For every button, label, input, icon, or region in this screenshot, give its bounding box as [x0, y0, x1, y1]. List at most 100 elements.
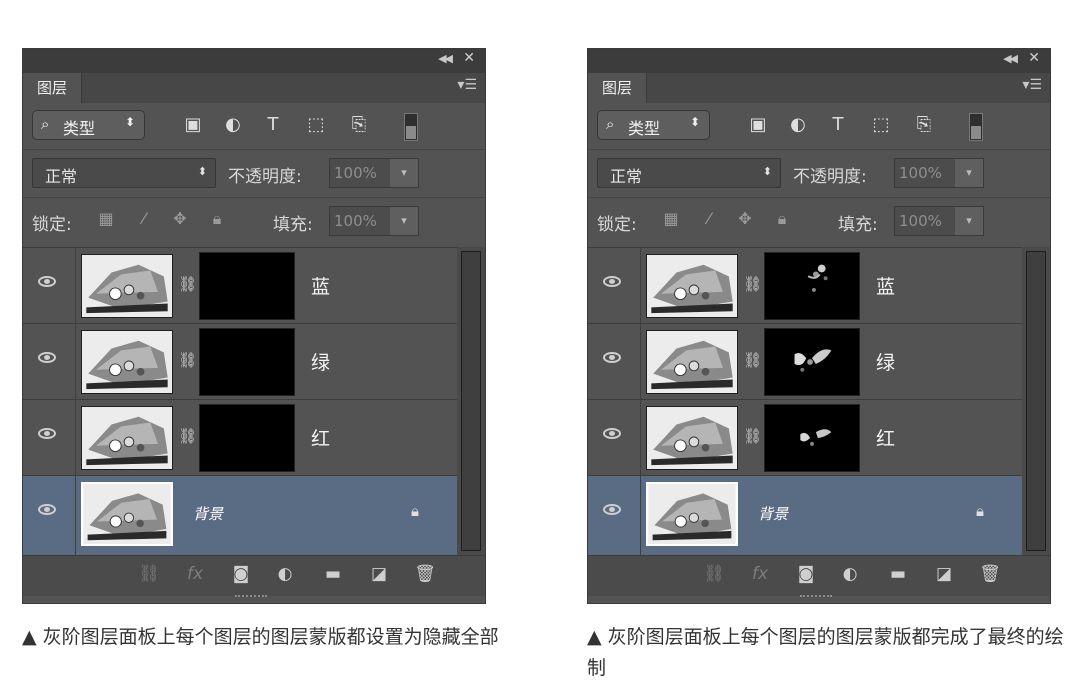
folder-icon[interactable]: ▬	[321, 564, 345, 584]
adjustment-filter-icon[interactable]: ◐	[786, 114, 810, 136]
panel-menu-icon[interactable]: ▾☰	[457, 77, 477, 93]
layer-row-green[interactable]: ⛓ 绿	[23, 324, 457, 400]
fill-field[interactable]: 100% ▾	[329, 206, 419, 236]
opacity-dropdown-icon[interactable]: ▾	[390, 159, 418, 187]
layer-name[interactable]: 背景	[758, 503, 788, 524]
layer-row-blue[interactable]: ⛓ 蓝	[588, 248, 1022, 324]
adjustment-filter-icon[interactable]: ◐	[221, 114, 245, 136]
blend-mode-select[interactable]: 正常 ⬍	[32, 158, 216, 188]
collapse-icon[interactable]: ◀◀	[1003, 52, 1018, 65]
collapse-icon[interactable]: ◀◀	[438, 52, 453, 65]
layer-thumbnail[interactable]	[646, 482, 738, 546]
filter-toggle-switch[interactable]	[404, 113, 418, 141]
lock-brush-icon[interactable]: ⁄	[698, 209, 720, 228]
close-icon[interactable]: ✕	[1028, 50, 1040, 66]
eye-icon[interactable]	[38, 428, 56, 439]
fx-icon[interactable]: fx	[183, 564, 207, 584]
filter-kind-select[interactable]: ⌕ 类型 ⬍	[597, 110, 710, 140]
new-layer-icon[interactable]: ◪	[367, 564, 391, 584]
filter-kind-select[interactable]: ⌕ 类型 ⬍	[32, 110, 145, 140]
fill-dropdown-icon[interactable]: ▾	[955, 207, 983, 235]
layer-name[interactable]: 蓝	[876, 272, 895, 299]
chain-link-icon[interactable]: ⛓	[178, 275, 197, 293]
layer-mask-thumbnail[interactable]	[764, 252, 860, 320]
type-filter-icon[interactable]: T	[826, 114, 850, 136]
layer-thumbnail[interactable]	[81, 406, 173, 470]
chain-link-icon[interactable]: ⛓	[178, 351, 197, 369]
layer-row-background[interactable]: 背景 🔒︎	[23, 476, 457, 556]
chain-link-icon[interactable]: ⛓	[743, 351, 762, 369]
shape-filter-icon[interactable]: ⬚	[304, 114, 328, 136]
eye-icon[interactable]	[603, 504, 621, 515]
layer-thumbnail[interactable]	[81, 330, 173, 394]
resize-grip[interactable]	[235, 595, 267, 601]
chain-link-icon[interactable]: ⛓	[743, 275, 762, 293]
fill-field[interactable]: 100% ▾	[894, 206, 984, 236]
layer-row-background[interactable]: 背景 🔒︎	[588, 476, 1022, 556]
layer-thumbnail[interactable]	[646, 330, 738, 394]
lock-all-icon[interactable]: 🔒︎	[771, 209, 793, 229]
lock-icon[interactable]: 🔒︎	[976, 502, 984, 520]
lock-transparent-icon[interactable]: ▦	[95, 209, 117, 228]
layer-mask-thumbnail[interactable]	[199, 252, 295, 320]
lock-move-icon[interactable]: ✥	[734, 209, 756, 228]
link-layers-icon[interactable]: ⛓	[702, 564, 726, 584]
link-layers-icon[interactable]: ⛓	[137, 564, 161, 584]
lock-move-icon[interactable]: ✥	[169, 209, 191, 228]
layer-thumbnail[interactable]	[81, 254, 173, 318]
lock-transparent-icon[interactable]: ▦	[660, 209, 682, 228]
filter-toggle-switch[interactable]	[969, 113, 983, 141]
resize-grip[interactable]	[800, 595, 832, 601]
layer-scrollbar[interactable]	[1022, 247, 1050, 555]
layer-scrollbar[interactable]	[457, 247, 485, 555]
panel-menu-icon[interactable]: ▾☰	[1022, 77, 1042, 93]
fill-dropdown-icon[interactable]: ▾	[390, 207, 418, 235]
image-filter-icon[interactable]: ▣	[181, 114, 205, 136]
image-filter-icon[interactable]: ▣	[746, 114, 770, 136]
trash-icon[interactable]: 🗑︎	[978, 564, 1002, 584]
layer-row-green[interactable]: ⛓ 绿	[588, 324, 1022, 400]
layer-row-red[interactable]: ⛓ 红	[588, 400, 1022, 476]
layer-thumbnail[interactable]	[646, 406, 738, 470]
mask-icon[interactable]: ◙	[229, 564, 253, 584]
smart-object-filter-icon[interactable]: ⎘	[912, 114, 936, 136]
type-filter-icon[interactable]: T	[261, 114, 285, 136]
eye-icon[interactable]	[38, 352, 56, 363]
layer-name[interactable]: 绿	[311, 348, 330, 375]
shape-filter-icon[interactable]: ⬚	[869, 114, 893, 136]
new-layer-icon[interactable]: ◪	[932, 564, 956, 584]
close-icon[interactable]: ✕	[463, 50, 475, 66]
chain-link-icon[interactable]: ⛓	[178, 427, 197, 445]
lock-all-icon[interactable]: 🔒︎	[206, 209, 228, 229]
layer-name[interactable]: 红	[311, 424, 330, 451]
smart-object-filter-icon[interactable]: ⎘	[347, 114, 371, 136]
trash-icon[interactable]: 🗑︎	[413, 564, 437, 584]
eye-icon[interactable]	[603, 352, 621, 363]
eye-icon[interactable]	[603, 428, 621, 439]
lock-icon[interactable]: 🔒︎	[411, 502, 419, 520]
layer-row-red[interactable]: ⛓ 红	[23, 400, 457, 476]
opacity-field[interactable]: 100% ▾	[329, 158, 419, 188]
layer-name[interactable]: 蓝	[311, 272, 330, 299]
chain-link-icon[interactable]: ⛓	[743, 427, 762, 445]
lock-brush-icon[interactable]: ⁄	[133, 209, 155, 228]
eye-icon[interactable]	[38, 276, 56, 287]
adjustment-layer-icon[interactable]: ◐	[273, 564, 297, 584]
folder-icon[interactable]: ▬	[886, 564, 910, 584]
layer-name[interactable]: 红	[876, 424, 895, 451]
opacity-field[interactable]: 100% ▾	[894, 158, 984, 188]
blend-mode-select[interactable]: 正常 ⬍	[597, 158, 781, 188]
layer-thumbnail[interactable]	[81, 482, 173, 546]
layer-name[interactable]: 绿	[876, 348, 895, 375]
tab-layers[interactable]: 图层	[588, 73, 647, 103]
adjustment-layer-icon[interactable]: ◐	[838, 564, 862, 584]
layer-thumbnail[interactable]	[646, 254, 738, 318]
eye-icon[interactable]	[38, 504, 56, 515]
layer-mask-thumbnail[interactable]	[199, 404, 295, 472]
eye-icon[interactable]	[603, 276, 621, 287]
layer-mask-thumbnail[interactable]	[764, 404, 860, 472]
mask-icon[interactable]: ◙	[794, 564, 818, 584]
layer-row-blue[interactable]: ⛓ 蓝	[23, 248, 457, 324]
layer-name[interactable]: 背景	[193, 503, 223, 524]
layer-mask-thumbnail[interactable]	[764, 328, 860, 396]
